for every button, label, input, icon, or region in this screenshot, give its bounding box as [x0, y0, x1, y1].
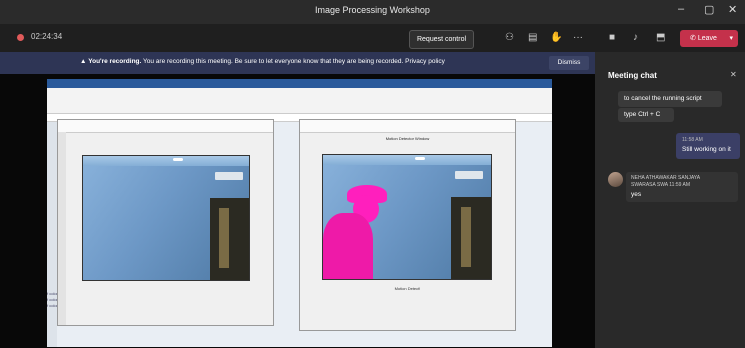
chat-icon[interactable]: ▤	[528, 32, 537, 43]
camera-image-left	[82, 155, 250, 281]
doorway	[210, 198, 249, 280]
minimize-button[interactable]: –	[678, 3, 684, 15]
chat-message-received: to cancel the running script	[618, 91, 722, 107]
chat-title: Meeting chat	[608, 71, 657, 80]
maximize-button[interactable]: ▢	[704, 3, 714, 16]
doorway	[451, 197, 491, 279]
more-actions-icon[interactable]: ···	[573, 32, 583, 43]
meeting-timer: 02:24:34	[31, 32, 63, 41]
message-time: 11:58 AM	[682, 137, 703, 143]
sender-name-line2: SWARASA SWA	[631, 182, 668, 188]
sender-name: NEHA ATHAWAKAR SANJAYA	[631, 175, 701, 181]
camera-image-right	[322, 154, 492, 280]
chat-message-received: type Ctrl + C	[618, 108, 674, 122]
air-conditioner	[455, 171, 483, 179]
banner-text: ▲ You're recording. You are recording th…	[80, 58, 445, 65]
door-light	[461, 207, 471, 267]
avatar[interactable]	[608, 172, 623, 187]
left-panel	[47, 122, 57, 347]
ceiling	[83, 156, 249, 166]
close-icon[interactable]: ✕	[730, 70, 737, 79]
microphone-icon[interactable]: ♪	[633, 32, 638, 43]
recording-indicator-icon	[17, 34, 24, 41]
banner-heading: You're recording.	[88, 58, 142, 65]
ceiling	[323, 155, 491, 165]
phone-icon: ✆	[690, 35, 698, 42]
leave-button[interactable]: ✆ Leave ▾	[680, 30, 738, 47]
ceiling-light	[415, 157, 425, 160]
people-icon[interactable]: ⚇	[505, 32, 514, 43]
leave-label: Leave	[697, 35, 717, 42]
warning-icon: ▲	[80, 58, 87, 65]
message-time: 11:59 AM	[669, 182, 691, 188]
raise-hand-icon[interactable]: ✋	[550, 32, 562, 43]
detected-person-body	[323, 213, 373, 279]
matlab-ribbon	[47, 88, 552, 114]
figure-side-toolbar	[58, 132, 66, 325]
message-text: yes	[631, 191, 642, 198]
door-light	[219, 208, 229, 268]
message-sender: NEHA ATHAWAKAR SANJAYA SWARASA SWA 11:59…	[631, 175, 733, 189]
figure-window-right[interactable]: Motion Detector Window Motion Detect!	[299, 119, 516, 331]
dismiss-button[interactable]: Dismiss	[549, 56, 589, 70]
banner-message: You are recording this meeting. Be sure …	[143, 58, 445, 65]
chat-message-other: NEHA ATHAWAKAR SANJAYA SWARASA SWA 11:59…	[626, 172, 738, 202]
meeting-toolbar: 02:24:34 Request control ⚇ ▤ ✋ ··· ■ ♪ ⬒…	[0, 24, 745, 52]
close-button[interactable]: ✕	[728, 3, 737, 16]
air-conditioner	[215, 172, 243, 180]
matlab-ribbon-tabs	[47, 79, 552, 88]
figure-menu-bar	[58, 120, 273, 133]
message-text: Still working on it	[682, 146, 731, 153]
ceiling-light	[173, 158, 183, 161]
figure-window-left[interactable]	[57, 119, 274, 326]
share-screen-icon[interactable]: ⬒	[656, 32, 665, 43]
title-bar: Image Processing Workshop – ▢ ✕	[0, 0, 745, 24]
chevron-down-icon[interactable]: ▾	[729, 30, 733, 47]
window-title: Image Processing Workshop	[315, 5, 430, 15]
shared-screen: f colorImageML f colorImageM2 f colorIma…	[47, 79, 552, 347]
shared-screen-stage: f colorImageML f colorImageM2 f colorIma…	[0, 74, 595, 348]
request-control-button[interactable]: Request control	[409, 30, 474, 49]
figure-menu-bar	[300, 120, 515, 133]
figure-title: Motion Detector Window	[385, 136, 430, 141]
recording-banner: ▲ You're recording. You are recording th…	[0, 52, 595, 74]
figure-caption: Motion Detect!	[394, 286, 421, 291]
camera-icon[interactable]: ■	[609, 32, 615, 43]
chat-message-mine: 11:58 AM Still working on it	[676, 133, 740, 159]
